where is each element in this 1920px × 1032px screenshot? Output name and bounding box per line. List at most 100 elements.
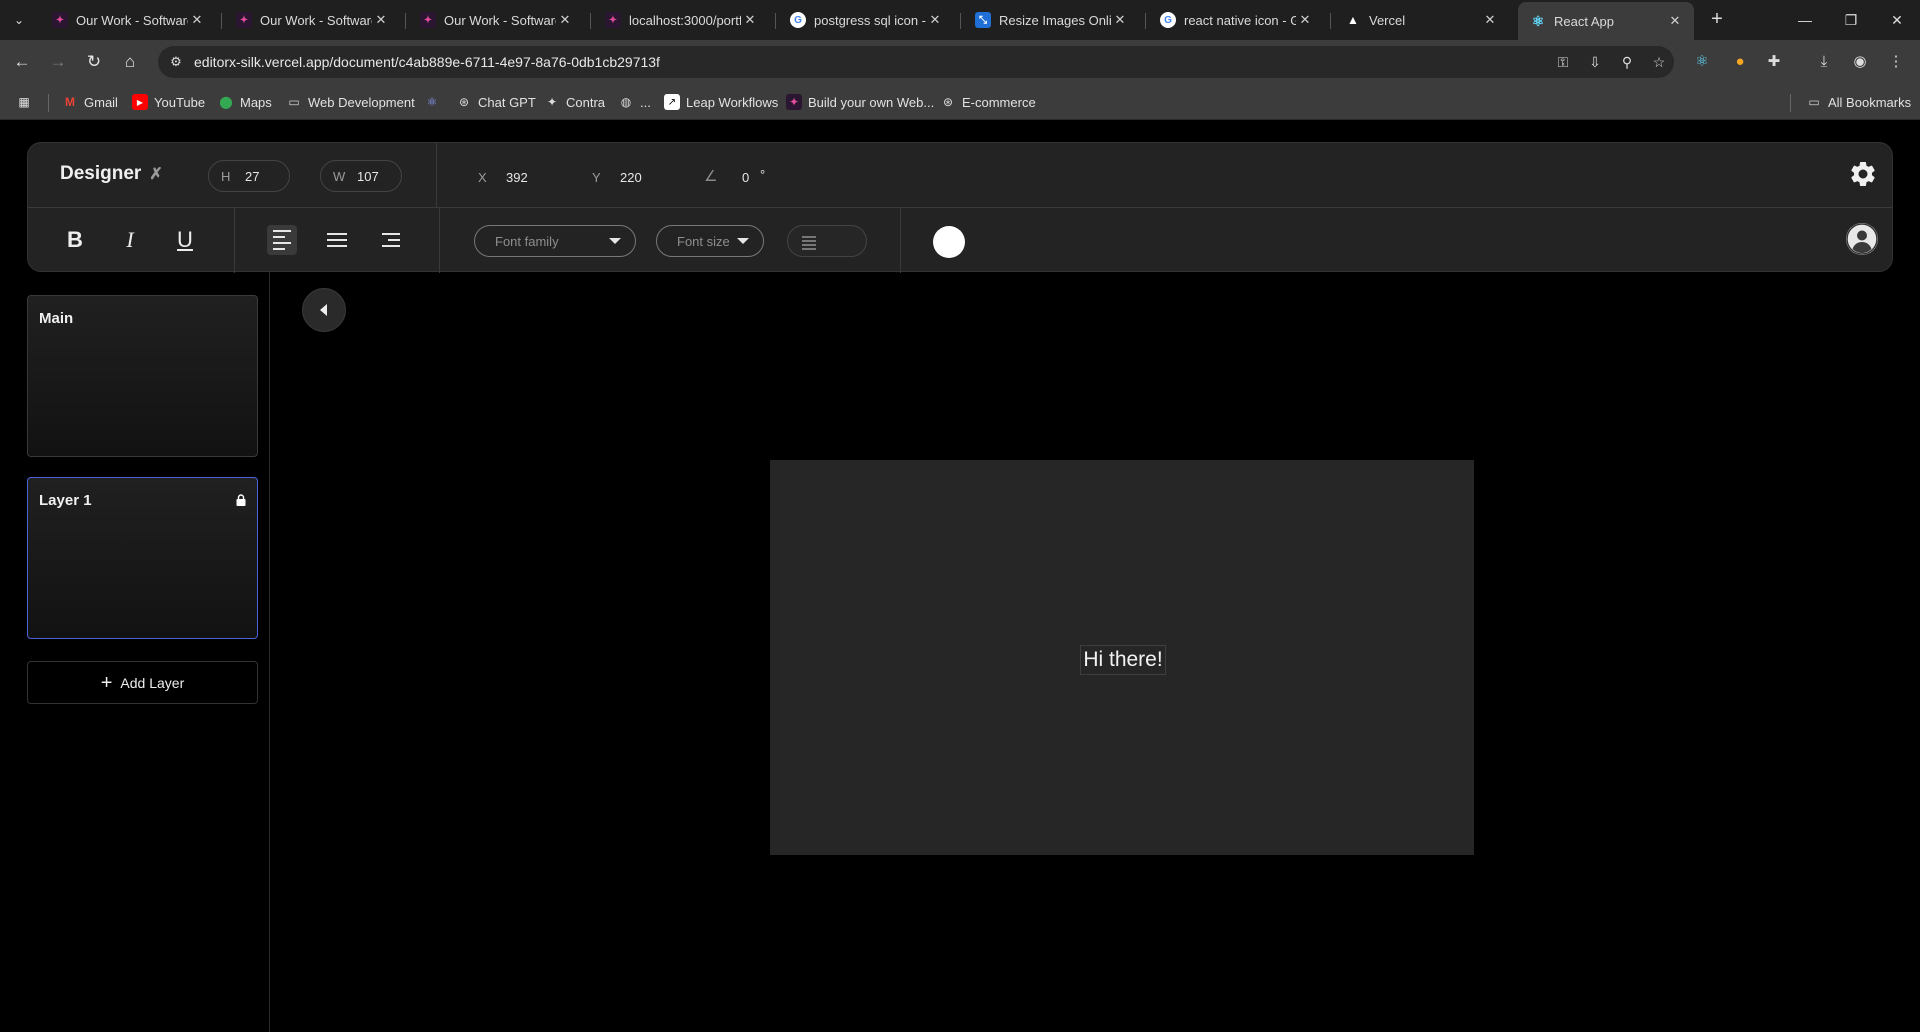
bookmark-globe[interactable]: ◍... [618,92,651,112]
brand-logo-icon: ✦ [605,12,621,28]
globe-icon: ◍ [620,95,632,109]
underline-button[interactable]: U [170,225,200,255]
new-tab-button[interactable]: + [1704,8,1730,32]
close-icon[interactable]: ✕ [1481,12,1499,28]
restore-button[interactable]: ❐ [1828,0,1874,40]
user-icon [1846,223,1878,255]
close-icon[interactable]: ✕ [1296,12,1314,28]
browser-tab[interactable]: G postgress sql icon - G ✕ [778,5,954,35]
text-color-picker[interactable] [933,226,965,258]
close-icon[interactable]: ✕ [556,12,574,28]
lock-icon[interactable] [235,494,247,506]
apps-grid-icon[interactable]: ▦ [16,92,38,112]
settings-button[interactable] [1846,157,1880,191]
bookmark-build-web[interactable]: ✦ Build your own Web... [786,92,934,112]
google-icon: G [1160,12,1176,28]
back-button[interactable]: ← [8,48,36,76]
bookmark-react[interactable]: ⚛ [424,92,446,112]
font-size-select[interactable]: Font size [656,225,764,257]
bookmark-maps[interactable]: ⬤ Maps [218,92,272,112]
browser-tab[interactable]: ✦ Our Work - Software ✕ [224,5,400,35]
password-key-icon[interactable]: ⚿ [1554,54,1572,70]
close-icon[interactable]: ✕ [741,12,759,28]
sidebar-border [269,272,270,1032]
line-height-icon [802,236,816,250]
browser-tab-bar: ⌄ ✦ Our Work - Software ✕ ✦ Our Work - S… [0,0,1920,40]
canvas-text-element[interactable]: Hi there! [1080,645,1166,675]
bookmark-e-commerce[interactable]: ⊛ E-commerce [940,92,1036,112]
download-icon[interactable]: ⤓ [1814,52,1834,72]
bookmark-gmail[interactable]: M Gmail [62,92,118,112]
react-icon: ⚛ [426,95,438,109]
react-devtools-icon[interactable]: ⚛ [1692,52,1712,72]
close-icon[interactable]: ✕ [1111,12,1129,28]
react-icon: ⚛ [1531,12,1545,29]
align-center-icon [327,233,347,247]
tab-search-button[interactable]: ⌄ [6,8,32,32]
browser-tab[interactable]: ✦ localhost:3000/portfo ✕ [593,5,769,35]
layer-card-main[interactable]: Main [27,295,258,457]
folder-icon: ▭ [1808,95,1820,109]
brand-logo-icon: ✦ [420,12,436,28]
align-left-button[interactable] [267,225,297,255]
reload-button[interactable]: ↻ [80,48,108,76]
bookmark-chat-gpt[interactable]: ⊛ Chat GPT [456,92,536,112]
layer-card-layer-1[interactable]: Layer 1 [27,477,258,639]
minimize-button[interactable]: — [1782,0,1828,40]
font-family-select[interactable]: Font family [474,225,636,257]
browser-tab[interactable]: ▲ Vercel ✕ [1333,5,1509,35]
all-bookmarks[interactable]: ▭ All Bookmarks [1806,92,1911,112]
extension-icon[interactable]: ● [1730,52,1750,72]
tab-separator [960,13,961,29]
y-position-field[interactable]: Y 220 [592,170,642,185]
app-brand: Designer ✗ [60,163,163,185]
bookmark-web-development[interactable]: ▭ Web Development [286,92,414,112]
site-info-icon[interactable]: ⚙ [168,54,184,70]
close-window-button[interactable]: ✕ [1874,0,1920,40]
close-icon[interactable]: ✕ [188,12,206,28]
url-input[interactable]: ⚙ editorx-silk.vercel.app/document/c4ab8… [158,46,1674,78]
browser-tab[interactable]: ✦ Our Work - Software ✕ [408,5,584,35]
browser-tab-active[interactable]: ⚛ React App ✕ [1518,2,1694,40]
brand-logo-icon: ✦ [52,12,68,28]
install-app-icon[interactable]: ⇩ [1586,54,1604,70]
browser-tab[interactable]: ✦ Our Work - Software ✕ [40,5,216,35]
vercel-icon: ▲ [1347,13,1359,27]
user-avatar-button[interactable] [1846,223,1878,255]
add-layer-button[interactable]: + Add Layer [27,661,258,704]
align-right-button[interactable] [376,225,406,255]
bookmark-contra[interactable]: ✦ Contra [544,92,605,112]
close-icon[interactable]: ✕ [1666,13,1684,29]
zoom-icon[interactable]: ⚲ [1618,54,1636,70]
chevron-down-icon [609,238,621,244]
browser-tab[interactable]: ⤡ Resize Images Online ✕ [963,5,1139,35]
youtube-icon: ▶ [132,94,148,110]
bookmark-youtube[interactable]: ▶ YouTube [132,92,205,112]
forward-button[interactable]: → [44,48,72,76]
height-field[interactable]: H 27 [208,160,290,192]
contra-icon: ✦ [546,95,558,109]
rotation-angle-icon: ∠ [704,168,718,185]
extensions-puzzle-icon[interactable]: ✚ [1764,52,1784,72]
width-field[interactable]: W 107 [320,160,402,192]
menu-kebab-icon[interactable]: ⋮ [1886,52,1906,72]
close-icon[interactable]: ✕ [372,12,390,28]
toolbar-divider [900,207,901,273]
align-left-icon [273,230,291,250]
bold-button[interactable]: B [60,225,90,255]
italic-button[interactable]: I [115,225,145,255]
rotation-field[interactable]: 0 [742,170,749,185]
collapse-sidebar-button[interactable] [302,288,346,332]
browser-tab[interactable]: G react native icon - Go ✕ [1148,5,1324,35]
bookmark-star-icon[interactable]: ☆ [1650,54,1668,70]
align-center-button[interactable] [322,225,352,255]
design-canvas[interactable]: Hi there! [770,460,1474,855]
x-position-field[interactable]: X 392 [478,170,528,185]
profile-avatar-icon[interactable]: ◉ [1850,52,1870,72]
openai-icon: ⊛ [942,95,954,109]
google-icon: G [790,12,806,28]
line-height-field[interactable] [787,225,867,257]
close-icon[interactable]: ✕ [926,12,944,28]
home-button[interactable]: ⌂ [116,48,144,76]
bookmark-leap-workflows[interactable]: ↗ Leap Workflows [664,92,778,112]
